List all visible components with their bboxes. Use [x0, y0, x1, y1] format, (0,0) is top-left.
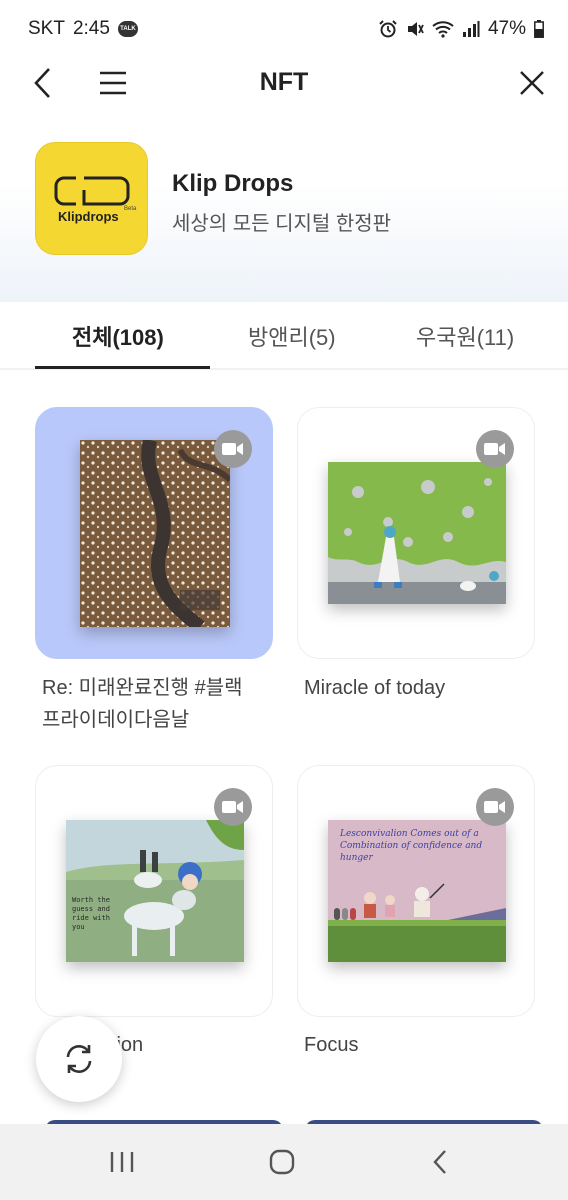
artwork-image: Worth the guess and ride with you — [66, 820, 244, 962]
artwork-image — [328, 462, 506, 604]
battery-icon — [534, 20, 544, 38]
nft-card[interactable] — [35, 407, 273, 659]
signal-icon — [462, 21, 480, 37]
nft-title: Miracle of today — [304, 672, 445, 704]
page-title: NFT — [259, 68, 309, 96]
home-button[interactable] — [262, 1144, 302, 1180]
home-icon — [269, 1149, 295, 1175]
video-badge — [476, 788, 514, 826]
recent-apps-icon — [110, 1152, 134, 1172]
artwork-green-wall — [328, 462, 506, 604]
artwork-caption-text: Lesconvivalion Comes out of a Combinatio… — [340, 829, 483, 863]
refresh-icon — [66, 1045, 92, 1073]
alarm-icon — [379, 20, 397, 38]
artwork-image — [80, 440, 230, 627]
logo-wordmark: Klipdrops — [58, 209, 119, 224]
clock: 2:45 — [72, 18, 110, 39]
close-icon — [520, 71, 544, 95]
nft-title: Focus — [304, 1029, 358, 1061]
nft-title-line: 프라이데이다음날 — [42, 709, 190, 731]
status-bar: SKT 2:45 TALK 47% — [0, 0, 568, 60]
nft-title-line: Miracle of today — [304, 677, 446, 699]
nft-card[interactable] — [297, 407, 535, 659]
nft-title-line: Focus — [304, 1034, 359, 1056]
battery-percent: 47% — [487, 18, 526, 39]
nft-card[interactable]: Worth the guess and ride with you — [35, 765, 273, 1017]
tab-woo-kukwon[interactable]: 우국원(11) — [416, 320, 514, 352]
tab-all[interactable]: 전체(108) — [72, 320, 164, 352]
mute-icon — [407, 22, 424, 36]
nft-title-line: Re: 미래완료진행 #블랙 — [42, 677, 243, 699]
system-nav-bar — [0, 1124, 568, 1200]
artwork-horse-riders — [66, 820, 244, 962]
video-badge — [214, 430, 252, 468]
wifi-icon — [432, 21, 454, 38]
status-left: SKT 2:45 TALK — [28, 18, 138, 40]
video-camera-icon — [222, 443, 243, 455]
artwork-image: Lesconvivalion Comes out of a Combinatio… — [328, 820, 506, 962]
brand-name: Klip Drops — [172, 170, 294, 197]
klipdrops-logo-mark — [54, 176, 130, 206]
carrier-label: SKT — [28, 18, 65, 39]
status-right: 47% — [378, 18, 544, 40]
klipdrops-logo: Klipdrops Beta — [35, 142, 148, 255]
tab-bar: 전체(108) 방앤리(5) 우국원(11) — [0, 302, 568, 370]
brand-subtitle: 세상의 모든 디지털 한정판 — [172, 213, 392, 235]
video-badge — [214, 788, 252, 826]
tab-bang-and-lee[interactable]: 방앤리(5) — [248, 320, 336, 352]
nft-card[interactable]: Lesconvivalion Comes out of a Combinatio… — [297, 765, 535, 1017]
video-badge — [476, 430, 514, 468]
artwork-scribble-text: Worth the guess and ride with you — [72, 896, 110, 931]
refresh-button[interactable] — [36, 1016, 122, 1102]
active-tab-indicator — [35, 366, 210, 369]
video-camera-icon — [484, 443, 505, 455]
app-header: NFT — [0, 60, 568, 106]
kakaotalk-notification-icon: TALK — [117, 21, 138, 37]
video-camera-icon — [222, 801, 243, 813]
close-button[interactable] — [515, 66, 549, 100]
nft-title: Re: 미래완료진행 #블랙 프라이데이다음날 — [42, 672, 243, 736]
video-camera-icon — [484, 801, 505, 813]
artwork-landscape — [80, 440, 230, 627]
recent-apps-button[interactable] — [102, 1144, 142, 1180]
logo-beta-tag: Beta — [124, 206, 137, 212]
brand-section: Klipdrops Beta Klip Drops 세상의 모든 디지털 한정판 — [0, 106, 568, 302]
back-arrow-icon — [433, 1150, 446, 1174]
system-back-button[interactable] — [420, 1144, 460, 1180]
